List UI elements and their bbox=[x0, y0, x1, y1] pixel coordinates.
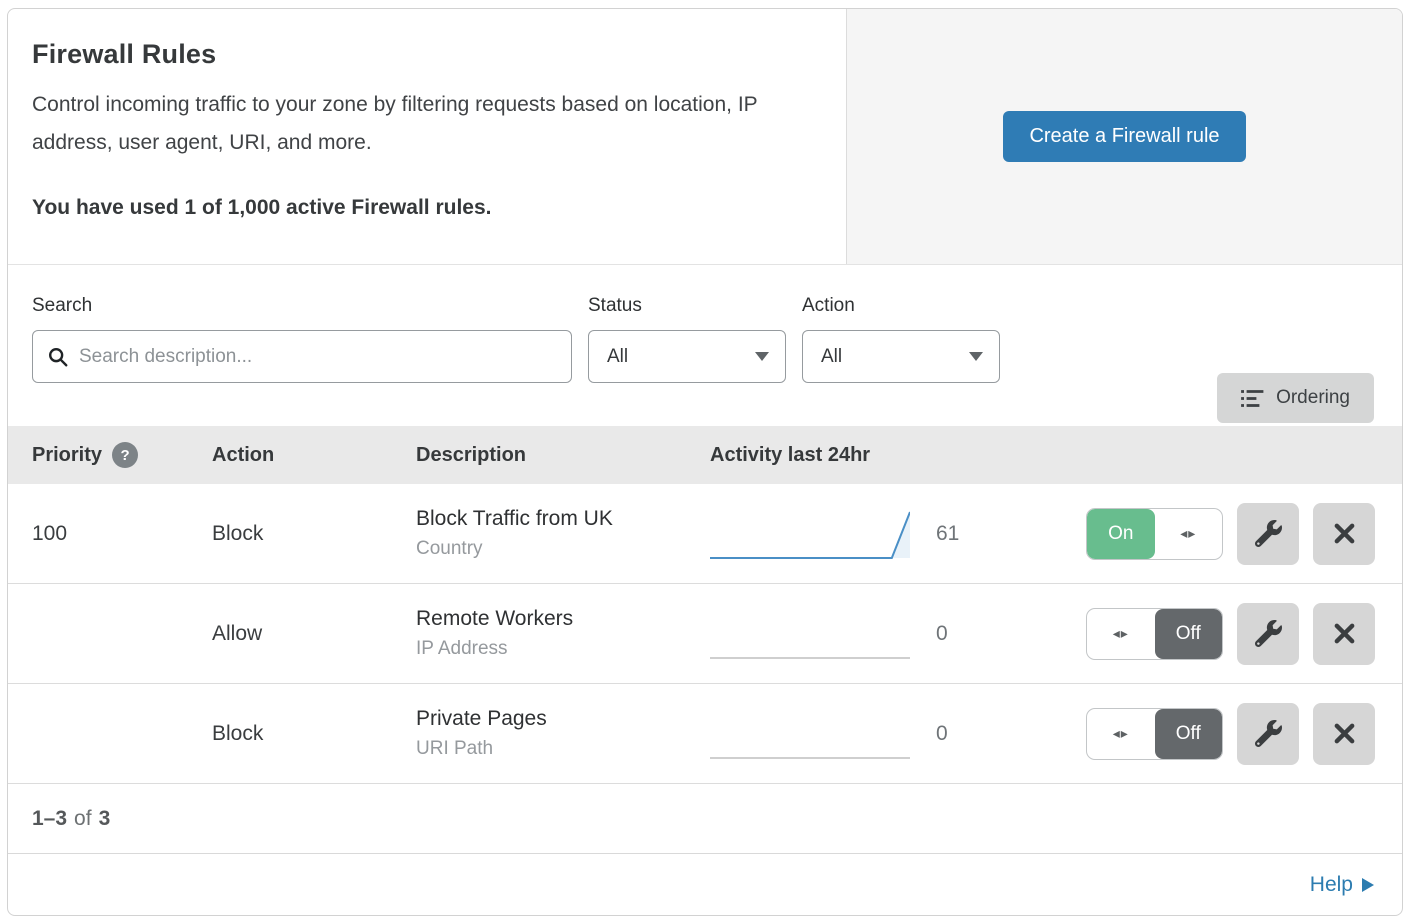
search-filter-group: Search bbox=[32, 295, 572, 426]
status-label: Status bbox=[588, 295, 786, 317]
rule-description: Remote Workers bbox=[416, 607, 710, 631]
edit-rule-button[interactable] bbox=[1237, 603, 1299, 665]
create-firewall-rule-button[interactable]: Create a Firewall rule bbox=[1003, 111, 1245, 162]
search-icon bbox=[47, 346, 69, 368]
firewall-rules-panel: Firewall Rules Control incoming traffic … bbox=[7, 8, 1403, 916]
delete-rule-button[interactable] bbox=[1313, 703, 1375, 765]
status-select[interactable]: All bbox=[588, 330, 786, 383]
rule-priority: 100 bbox=[32, 522, 212, 546]
toggle-arrows-icon[interactable]: ◂▸ bbox=[1087, 709, 1155, 759]
table-row: 100 Block Block Traffic from UK Country … bbox=[8, 484, 1402, 584]
rule-type: URI Path bbox=[416, 738, 710, 760]
edit-rule-button[interactable] bbox=[1237, 703, 1299, 765]
table-header: Priority ? Action Description Activity l… bbox=[8, 426, 1402, 484]
rule-activity-cell: 0 bbox=[710, 706, 1070, 762]
activity-sparkline-chart bbox=[710, 506, 910, 562]
chevron-down-icon bbox=[969, 352, 983, 361]
search-input[interactable] bbox=[79, 346, 557, 368]
rule-enabled-toggle[interactable]: Off ◂▸ bbox=[1086, 608, 1223, 660]
pagination-bar: 1–3 of 3 bbox=[8, 784, 1402, 853]
rule-description-cell: Private Pages URI Path bbox=[416, 707, 710, 760]
wrench-icon bbox=[1255, 620, 1282, 647]
close-icon bbox=[1333, 622, 1356, 645]
column-action: Action bbox=[212, 444, 416, 467]
action-filter-group: Action All bbox=[802, 295, 1000, 426]
search-box[interactable] bbox=[32, 330, 572, 383]
rule-enabled-toggle[interactable]: On ◂▸ bbox=[1086, 508, 1223, 560]
help-link[interactable]: Help bbox=[1310, 873, 1374, 897]
toggle-state-label[interactable]: Off bbox=[1155, 609, 1223, 659]
rule-activity-cell: 61 bbox=[710, 506, 1070, 562]
action-select[interactable]: All bbox=[802, 330, 1000, 383]
activity-sparkline-chart bbox=[710, 606, 910, 662]
status-filter-group: Status All bbox=[588, 295, 786, 426]
rule-controls: Off ◂▸ bbox=[1070, 703, 1402, 765]
chevron-down-icon bbox=[755, 352, 769, 361]
rule-action: Allow bbox=[212, 622, 416, 646]
page-description: Control incoming traffic to your zone by… bbox=[32, 86, 802, 162]
column-activity: Activity last 24hr bbox=[710, 444, 1070, 467]
rule-controls: On ◂▸ bbox=[1070, 503, 1402, 565]
table-row: Block Private Pages URI Path 0 Off ◂▸ bbox=[8, 684, 1402, 784]
wrench-icon bbox=[1255, 520, 1282, 547]
rule-description: Private Pages bbox=[416, 707, 710, 731]
rule-action: Block bbox=[212, 522, 416, 546]
rule-type: IP Address bbox=[416, 638, 710, 660]
rule-controls: Off ◂▸ bbox=[1070, 603, 1402, 665]
activity-count: 61 bbox=[936, 522, 959, 546]
column-description: Description bbox=[416, 444, 710, 467]
column-priority: Priority ? bbox=[32, 442, 212, 468]
pagination-total: 3 bbox=[99, 807, 111, 831]
rule-enabled-toggle[interactable]: Off ◂▸ bbox=[1086, 708, 1223, 760]
toggle-arrows-icon[interactable]: ◂▸ bbox=[1087, 609, 1155, 659]
activity-count: 0 bbox=[936, 622, 948, 646]
filter-bar: Search Status All Action All bbox=[8, 264, 1402, 426]
search-label: Search bbox=[32, 295, 572, 317]
rule-description-cell: Remote Workers IP Address bbox=[416, 607, 710, 660]
toggle-state-label[interactable]: On bbox=[1087, 509, 1155, 559]
usage-note: You have used 1 of 1,000 active Firewall… bbox=[32, 196, 806, 220]
arrow-right-icon bbox=[1362, 877, 1374, 893]
page-title: Firewall Rules bbox=[32, 39, 806, 70]
ordered-list-icon bbox=[1241, 389, 1264, 408]
column-priority-label: Priority bbox=[32, 444, 102, 467]
ordering-button[interactable]: Ordering bbox=[1217, 373, 1374, 423]
close-icon bbox=[1333, 522, 1356, 545]
pagination-of: of bbox=[74, 807, 92, 831]
header-action-area: Create a Firewall rule bbox=[846, 9, 1402, 264]
header-text-area: Firewall Rules Control incoming traffic … bbox=[8, 9, 846, 264]
rule-action: Block bbox=[212, 722, 416, 746]
table-row: Allow Remote Workers IP Address 0 Off ◂▸ bbox=[8, 584, 1402, 684]
toggle-state-label[interactable]: Off bbox=[1155, 709, 1223, 759]
ordering-button-label: Ordering bbox=[1276, 387, 1350, 409]
close-icon bbox=[1333, 722, 1356, 745]
header-section: Firewall Rules Control incoming traffic … bbox=[8, 9, 1402, 264]
help-link-label: Help bbox=[1310, 873, 1353, 897]
bottom-bar: Help bbox=[8, 853, 1402, 916]
action-label: Action bbox=[802, 295, 1000, 317]
pagination-range: 1–3 bbox=[32, 807, 67, 831]
rule-description: Block Traffic from UK bbox=[416, 507, 710, 531]
toggle-arrows-icon[interactable]: ◂▸ bbox=[1155, 509, 1223, 559]
activity-sparkline-chart bbox=[710, 706, 910, 762]
activity-count: 0 bbox=[936, 722, 948, 746]
edit-rule-button[interactable] bbox=[1237, 503, 1299, 565]
rule-activity-cell: 0 bbox=[710, 606, 1070, 662]
action-select-value: All bbox=[821, 346, 842, 368]
rule-type: Country bbox=[416, 538, 710, 560]
delete-rule-button[interactable] bbox=[1313, 503, 1375, 565]
help-question-icon[interactable]: ? bbox=[112, 442, 138, 468]
delete-rule-button[interactable] bbox=[1313, 603, 1375, 665]
status-select-value: All bbox=[607, 346, 628, 368]
wrench-icon bbox=[1255, 720, 1282, 747]
rule-description-cell: Block Traffic from UK Country bbox=[416, 507, 710, 560]
